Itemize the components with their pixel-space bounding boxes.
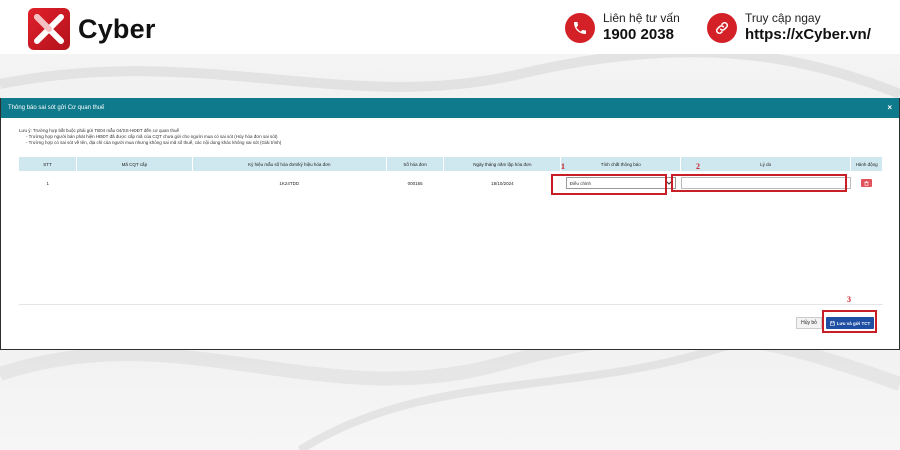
cell-ma-cqt (76, 171, 192, 195)
col-ly-do: Lý do (680, 157, 852, 171)
col-ma-cqt: Mã CQT cấp (76, 157, 193, 171)
hotline-value: 1900 2038 (603, 26, 674, 44)
col-hanh-dong: Hành động (850, 157, 883, 171)
save-icon (829, 320, 835, 326)
modal-title: Thông báo sai sót gửi Cơ quan thuế (8, 105, 105, 111)
hotline-label: Liên hệ tư vấn (603, 11, 680, 26)
close-icon[interactable]: × (887, 98, 892, 118)
trash-icon (864, 180, 869, 186)
cancel-button[interactable]: Hủy bỏ (796, 317, 822, 329)
footer-divider (19, 304, 883, 305)
highlight-box-2 (671, 174, 847, 192)
error-notice-modal: Thông báo sai sót gửi Cơ quan thuế × Lưu… (0, 98, 900, 350)
website-value: https://xCyber.vn/ (745, 26, 871, 44)
brand-name: Cyber TM (78, 14, 156, 60)
cell-so-hoa-don: 000165 (407, 180, 423, 186)
col-tinh-chat: Tính chất thông báo (560, 157, 682, 171)
link-icon (707, 13, 737, 43)
cell-ngay: 18/10/2024 (491, 180, 514, 186)
modal-header: Thông báo sai sót gửi Cơ quan thuế × (1, 98, 899, 118)
col-stt: STT (19, 157, 77, 171)
marker-3: 3 (847, 295, 851, 304)
save-send-button[interactable]: Lưu và gửi TCT (826, 317, 874, 329)
col-ngay: Ngày tháng năm lập hóa đơn (443, 157, 562, 171)
contact-website[interactable]: Truy cập ngay https://xCyber.vn/ (707, 8, 871, 48)
cell-ky-hieu: 1K24TDD (279, 180, 300, 186)
marker-2: 2 (696, 162, 700, 171)
notes: Lưu ý: Trường hợp bắt buộc phải gửi TB04… (19, 128, 281, 146)
cell-hanh-dong (851, 171, 883, 195)
marker-1: 1 (561, 162, 565, 171)
highlight-box-1 (551, 174, 667, 195)
col-so-hoa-don: Số hóa đơn (386, 157, 445, 171)
cell-stt: 1 (46, 180, 49, 186)
note-line: - Trường hợp có sai sót về tên, địa chỉ … (26, 140, 282, 145)
delete-row-button[interactable] (861, 179, 873, 187)
top-header: Cyber TM Liên hệ tư vấn 1900 2038 Truy c… (0, 0, 900, 60)
phone-icon (565, 13, 595, 43)
col-ky-hieu: Ký hiệu mẫu số hóa đơn/ký hiệu hóa đơn (192, 157, 387, 171)
save-send-label: Lưu và gửi TCT (836, 320, 871, 326)
brand-logo: Cyber TM (28, 8, 156, 60)
website-label: Truy cập ngay (745, 11, 821, 26)
table-header-row: STT Mã CQT cấp Ký hiệu mẫu số hóa đơn/ký… (19, 157, 883, 171)
cyber-logo-icon (28, 8, 70, 50)
contact-hotline[interactable]: Liên hệ tư vấn 1900 2038 (565, 8, 680, 48)
